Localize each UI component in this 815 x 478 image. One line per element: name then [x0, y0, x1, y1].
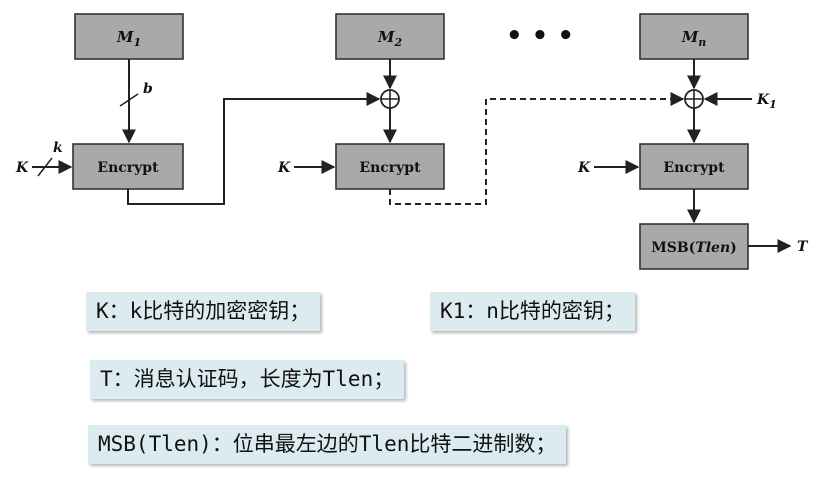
- label-k-2: K: [277, 160, 291, 176]
- svg-text:Encrypt: Encrypt: [359, 160, 421, 176]
- svg-text:MSB(Tlen): MSB(Tlen): [651, 240, 737, 256]
- label-k-1: K: [15, 160, 29, 176]
- note-msb-description: MSB(Tlen)：位串最左边的Tlen比特二进制数；: [88, 425, 567, 464]
- label-t: T: [797, 239, 809, 255]
- encrypt-block-1: Encrypt: [72, 143, 184, 190]
- label-k-small: k: [53, 140, 63, 156]
- xor-symbol-1: [380, 89, 400, 109]
- svg-text:Encrypt: Encrypt: [663, 160, 725, 176]
- label-b: b: [143, 81, 153, 97]
- note-t-description: T：消息认证码，长度为Tlen；: [90, 360, 405, 399]
- note-k-description: K：k比特的加密密钥；: [86, 292, 321, 331]
- svg-text:K1: K1: [756, 92, 777, 111]
- svg-text:Encrypt: Encrypt: [97, 160, 159, 176]
- message-block-m1: M1: [74, 13, 184, 60]
- encrypt-block-2: Encrypt: [335, 143, 445, 190]
- cmac-diagram: M1 M2 • • • Mn Encrypt Encrypt Encrypt M…: [15, 13, 809, 270]
- message-block-mn: Mn: [639, 13, 749, 60]
- xor-symbol-n: [684, 89, 704, 109]
- ellipsis: • • •: [506, 21, 574, 51]
- encrypt-block-n: Encrypt: [639, 143, 749, 190]
- note-k1-description: K1：n比特的密钥；: [430, 292, 635, 331]
- label-k-n: K: [577, 160, 591, 176]
- message-block-m2: M2: [335, 13, 445, 60]
- msb-block: MSB(Tlen): [639, 223, 749, 270]
